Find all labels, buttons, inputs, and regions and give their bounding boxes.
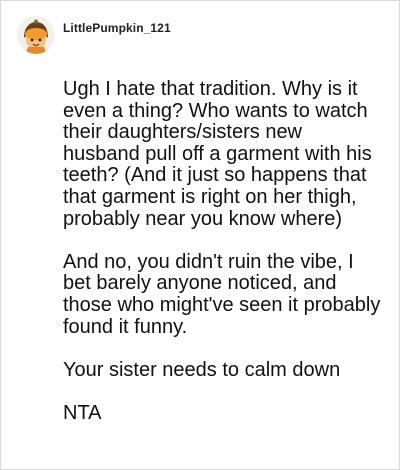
comment-paragraph-3: Your sister needs to calm down	[63, 358, 341, 381]
comment-body: Ugh I hate that tradition. Why is it eve…	[63, 78, 381, 446]
comment-paragraph-4: NTA	[63, 401, 102, 424]
pumpkin-avatar-icon[interactable]	[17, 16, 55, 54]
comment-paragraph-2: And no, you didn't ruin the vibe, I bet …	[63, 250, 381, 338]
comment-author-username[interactable]: LittlePumpkin_121	[63, 21, 171, 35]
comment-header: LittlePumpkin_121	[17, 13, 171, 57]
comment-paragraph-1: Ugh I hate that tradition. Why is it eve…	[63, 78, 372, 230]
comment-card: LittlePumpkin_121 Ugh I hate that tradit…	[0, 0, 400, 470]
